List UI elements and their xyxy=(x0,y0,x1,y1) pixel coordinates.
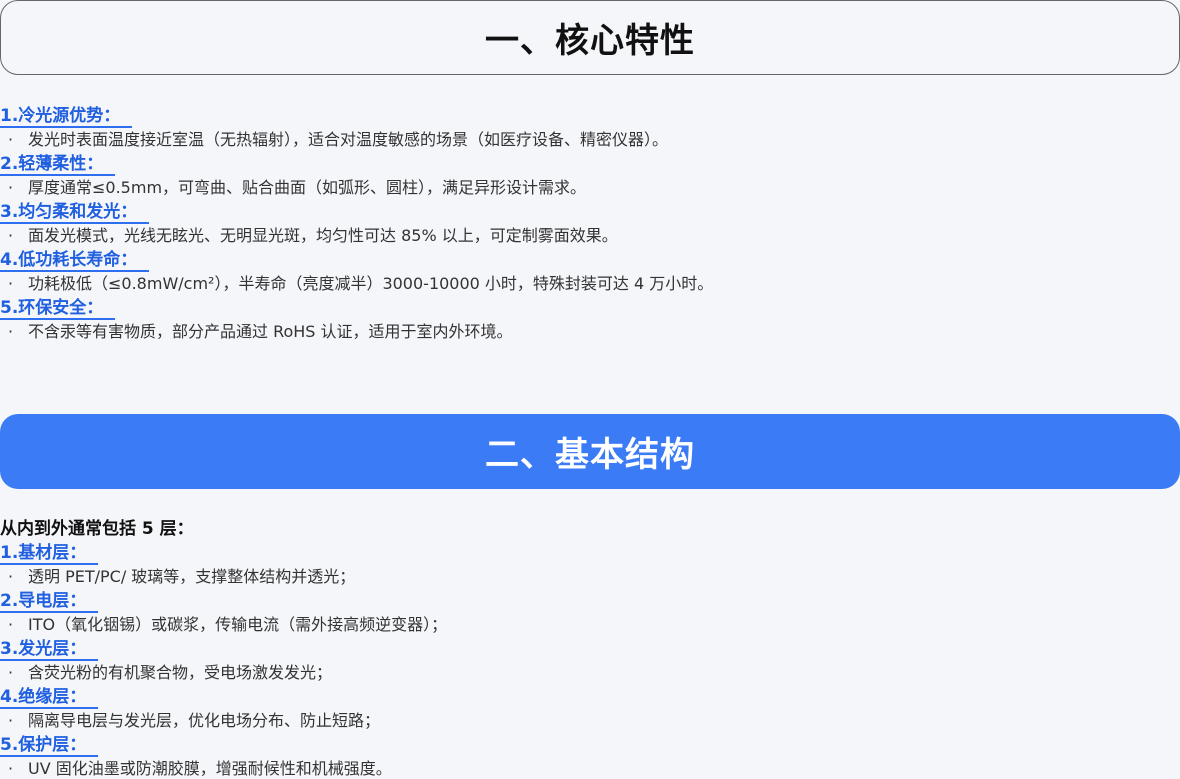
item-text: 面发光模式，光线无眩光、无明显光斑，均匀性可达 85% 以上，可定制雾面效果。 xyxy=(28,226,618,245)
item-bullet: · 透明 PET/PC/ 玻璃等，支撑整体结构并透光； xyxy=(0,565,447,589)
list-item: 2.导电层： · ITO（氧化铟锡）或碳浆，传输电流（需外接高频逆变器）； xyxy=(0,589,447,637)
item-heading: 5.环保安全： xyxy=(0,296,116,320)
item-heading: 3.发光层： xyxy=(0,637,99,661)
bullet-dot-icon: · xyxy=(8,274,14,293)
item-text: 含荧光粉的有机聚合物，受电场激发发光； xyxy=(28,663,333,682)
list-item: 1.冷光源优势： · 发光时表面温度接近室温（无热辐射），适合对温度敏感的场景（如… xyxy=(0,104,713,152)
item-text: 隔离导电层与发光层，优化电场分布、防止短路； xyxy=(28,711,381,730)
item-heading: 2.导电层： xyxy=(0,589,99,613)
document-page: 一、核心特性 1.冷光源优势： · 发光时表面温度接近室温（无热辐射），适合对温度… xyxy=(0,0,1180,779)
bullet-dot-icon: · xyxy=(8,663,14,682)
structure-intro: 从内到外通常包括 5 层： xyxy=(0,519,194,539)
item-bullet: · 厚度通常≤0.5mm，可弯曲、贴合曲面（如弧形、圆柱），满足异形设计需求。 xyxy=(0,176,713,200)
bullet-dot-icon: · xyxy=(8,178,14,197)
item-bullet: · 不含汞等有害物质，部分产品通过 RoHS 认证，适用于室内外环境。 xyxy=(0,320,713,344)
item-text: 发光时表面温度接近室温（无热辐射），适合对温度敏感的场景（如医疗设备、精密仪器）… xyxy=(28,130,669,149)
item-heading: 1.基材层： xyxy=(0,541,99,565)
bullet-dot-icon: · xyxy=(8,615,14,634)
section-title-core-features: 一、核心特性 xyxy=(0,0,1180,75)
basic-structure-list: 从内到外通常包括 5 层： 1.基材层： · 透明 PET/PC/ 玻璃等，支撑整… xyxy=(0,517,447,779)
core-features-list: 1.冷光源优势： · 发光时表面温度接近室温（无热辐射），适合对温度敏感的场景（如… xyxy=(0,104,713,344)
item-bullet: · 功耗极低（≤0.8mW/cm²），半寿命（亮度减半）3000-10000 小时… xyxy=(0,272,713,296)
bullet-dot-icon: · xyxy=(8,759,14,778)
item-bullet: · 隔离导电层与发光层，优化电场分布、防止短路； xyxy=(0,709,447,733)
list-item: 4.低功耗长寿命： · 功耗极低（≤0.8mW/cm²），半寿命（亮度减半）300… xyxy=(0,248,713,296)
list-item: 5.保护层： · UV 固化油墨或防潮胶膜，增强耐候性和机械强度。 xyxy=(0,733,447,779)
section-title-basic-structure: 二、基本结构 xyxy=(0,414,1180,489)
item-heading: 3.均匀柔和发光： xyxy=(0,200,150,224)
bullet-dot-icon: · xyxy=(8,322,14,341)
bullet-dot-icon: · xyxy=(8,567,14,586)
list-item: 5.环保安全： · 不含汞等有害物质，部分产品通过 RoHS 认证，适用于室内外环… xyxy=(0,296,713,344)
list-item: 3.均匀柔和发光： · 面发光模式，光线无眩光、无明显光斑，均匀性可达 85% 以… xyxy=(0,200,713,248)
list-item: 4.绝缘层： · 隔离导电层与发光层，优化电场分布、防止短路； xyxy=(0,685,447,733)
item-bullet: · 发光时表面温度接近室温（无热辐射），适合对温度敏感的场景（如医疗设备、精密仪器… xyxy=(0,128,713,152)
item-text: UV 固化油墨或防潮胶膜，增强耐候性和机械强度。 xyxy=(28,759,392,778)
item-heading: 1.冷光源优势： xyxy=(0,104,133,128)
item-text: 功耗极低（≤0.8mW/cm²），半寿命（亮度减半）3000-10000 小时，… xyxy=(28,274,714,293)
item-bullet: · ITO（氧化铟锡）或碳浆，传输电流（需外接高频逆变器）； xyxy=(0,613,447,637)
item-heading: 4.低功耗长寿命： xyxy=(0,248,150,272)
item-heading: 2.轻薄柔性： xyxy=(0,152,116,176)
item-heading: 4.绝缘层： xyxy=(0,685,99,709)
bullet-dot-icon: · xyxy=(8,130,14,149)
item-text: 透明 PET/PC/ 玻璃等，支撑整体结构并透光； xyxy=(28,567,356,586)
item-text: 厚度通常≤0.5mm，可弯曲、贴合曲面（如弧形、圆柱），满足异形设计需求。 xyxy=(28,178,587,197)
item-bullet: · UV 固化油墨或防潮胶膜，增强耐候性和机械强度。 xyxy=(0,757,447,779)
item-bullet: · 含荧光粉的有机聚合物，受电场激发发光； xyxy=(0,661,447,685)
item-text: 不含汞等有害物质，部分产品通过 RoHS 认证，适用于室内外环境。 xyxy=(28,322,513,341)
bullet-dot-icon: · xyxy=(8,226,14,245)
item-heading: 5.保护层： xyxy=(0,733,99,757)
item-text: ITO（氧化铟锡）或碳浆，传输电流（需外接高频逆变器）； xyxy=(28,615,448,634)
list-item: 3.发光层： · 含荧光粉的有机聚合物，受电场激发发光； xyxy=(0,637,447,685)
item-bullet: · 面发光模式，光线无眩光、无明显光斑，均匀性可达 85% 以上，可定制雾面效果。 xyxy=(0,224,713,248)
list-item: 2.轻薄柔性： · 厚度通常≤0.5mm，可弯曲、贴合曲面（如弧形、圆柱），满足异… xyxy=(0,152,713,200)
list-item: 1.基材层： · 透明 PET/PC/ 玻璃等，支撑整体结构并透光； xyxy=(0,541,447,589)
bullet-dot-icon: · xyxy=(8,711,14,730)
